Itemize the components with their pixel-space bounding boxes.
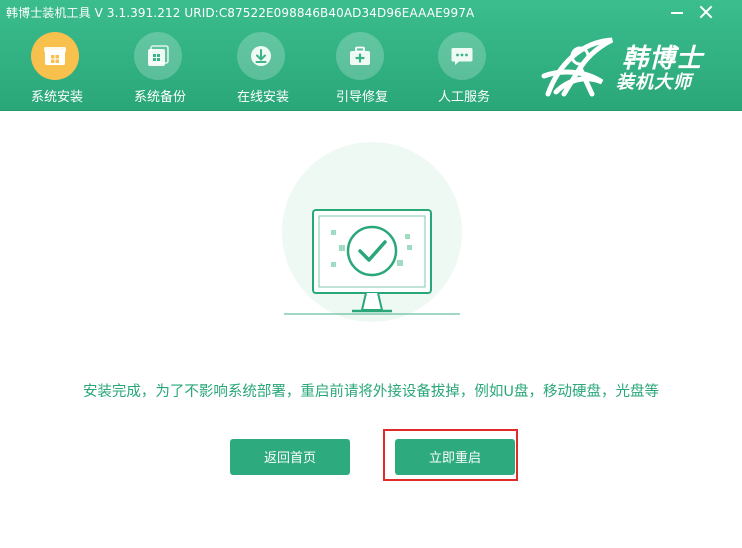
- install-complete-message: 安装完成，为了不影响系统部署，重启前请将外接设备拔掉，例如U盘，移动硬盘，光盘等: [82, 384, 660, 400]
- nav-label: 人工服务: [437, 90, 490, 105]
- nav-item-system-backup[interactable]: 系统备份: [112, 30, 208, 106]
- nav-label: 在线安装: [236, 90, 289, 105]
- return-home-button[interactable]: 返回首页: [230, 439, 350, 475]
- nav-item-boot-repair[interactable]: 引导修复: [314, 30, 410, 106]
- nav-label: 系统安装: [30, 90, 83, 105]
- toolbox-icon: [336, 32, 384, 80]
- app-title: 韩博士装机工具 V 3.1.391.212 URID:C87522E098846…: [6, 6, 475, 20]
- close-icon[interactable]: [698, 4, 714, 20]
- nav-label: 引导修复: [335, 90, 388, 105]
- minimize-icon[interactable]: [669, 4, 685, 20]
- nav-item-online-install[interactable]: 在线安装: [215, 30, 311, 106]
- brand-logo: 韩博士 装机大师: [540, 36, 730, 98]
- download-icon: [237, 32, 285, 80]
- chat-icon: [438, 32, 486, 80]
- backup-icon: [134, 32, 182, 80]
- logo-mark-icon: [541, 37, 614, 97]
- logo-text-sub: 装机大师: [616, 72, 692, 93]
- title-bar: 韩博士装机工具 V 3.1.391.212 URID:C87522E098846…: [0, 0, 742, 24]
- install-complete-illustration: [280, 140, 464, 324]
- nav-item-human-service[interactable]: 人工服务: [416, 30, 512, 106]
- nav-item-system-install[interactable]: 系统安装: [9, 30, 105, 106]
- nav-label: 系统备份: [133, 90, 186, 105]
- highlight-box: [383, 429, 518, 481]
- app-header: 韩博士装机工具 V 3.1.391.212 URID:C87522E098846…: [0, 0, 742, 111]
- package-icon: [31, 32, 79, 80]
